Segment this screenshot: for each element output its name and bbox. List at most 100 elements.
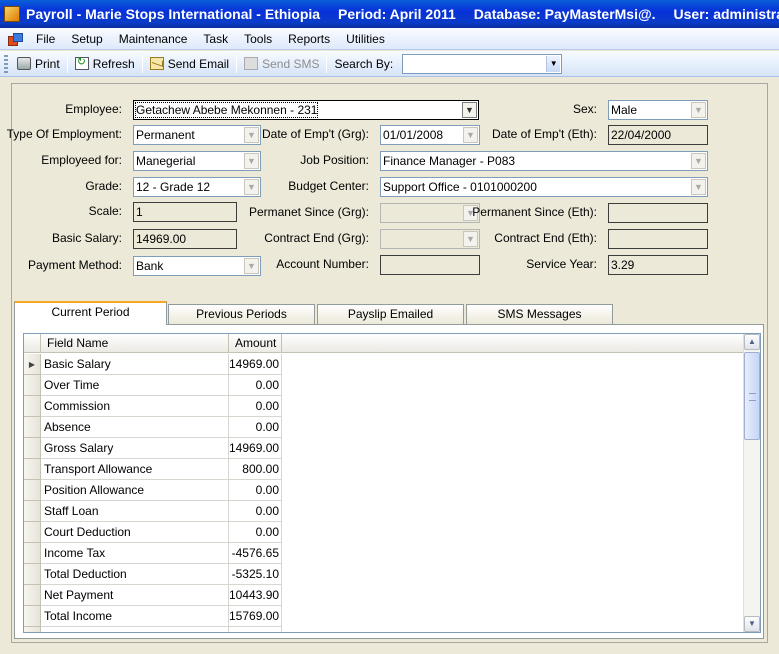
row-header[interactable]: [24, 417, 41, 438]
field-name-cell[interactable]: Total Income: [41, 606, 229, 627]
amount-cell[interactable]: 0.00: [229, 522, 282, 543]
table-row[interactable]: Absence 0.00: [24, 417, 282, 438]
chevron-down-icon[interactable]: ▼: [691, 153, 706, 169]
field-name-cell[interactable]: Commission: [41, 396, 229, 417]
menu-setup[interactable]: Setup: [63, 28, 110, 50]
row-header[interactable]: [24, 438, 41, 459]
tab-sms-messages[interactable]: SMS Messages: [466, 304, 613, 324]
menu-utilities[interactable]: Utilities: [338, 28, 393, 50]
amount-cell[interactable]: 14969.00: [229, 354, 282, 375]
payroll-grid[interactable]: Field Name Amount ▶ Basic Salary 14969.00 O…: [23, 333, 761, 633]
row-header[interactable]: [24, 543, 41, 564]
scroll-down-icon[interactable]: ▼: [744, 616, 760, 632]
contract-end-grg-picker[interactable]: ▼: [380, 229, 480, 249]
row-header[interactable]: [24, 396, 41, 417]
tab-current-period[interactable]: Current Period: [14, 301, 167, 325]
table-row[interactable]: Court Deduction 0.00: [24, 522, 282, 543]
tab-previous-periods[interactable]: Previous Periods: [168, 304, 315, 324]
row-header[interactable]: [24, 501, 41, 522]
row-header[interactable]: [24, 564, 41, 585]
table-row[interactable]: Income Tax -4576.65: [24, 543, 282, 564]
row-header[interactable]: [24, 585, 41, 606]
table-row[interactable]: Commission 0.00: [24, 396, 282, 417]
date-of-emp-eth-field[interactable]: 22/04/2000: [608, 125, 708, 145]
scrollbar-thumb[interactable]: [744, 352, 760, 440]
send-email-button[interactable]: Send Email: [145, 53, 234, 75]
employed-for-combo[interactable]: Manegerial ▼: [133, 151, 261, 171]
amount-cell[interactable]: 0.00: [229, 480, 282, 501]
field-name-cell[interactable]: Court Deduction: [41, 522, 229, 543]
toolbar-grip[interactable]: [4, 54, 8, 73]
table-row[interactable]: Total Deduction -5325.10: [24, 564, 282, 585]
field-name-cell[interactable]: Over Time: [41, 375, 229, 396]
field-name-cell[interactable]: Net Payment: [41, 585, 229, 606]
chevron-down-icon[interactable]: ▼: [244, 153, 259, 169]
column-header-amount[interactable]: Amount: [229, 334, 282, 353]
payment-method-combo[interactable]: Bank ▼: [133, 256, 261, 276]
refresh-button[interactable]: Refresh: [70, 53, 140, 75]
sex-combo[interactable]: Male ▼: [608, 100, 708, 120]
chevron-down-icon[interactable]: ▼: [462, 102, 477, 118]
table-row[interactable]: Net Payment 10443.90: [24, 585, 282, 606]
chevron-down-icon[interactable]: ▼: [244, 258, 259, 274]
scale-field[interactable]: 1: [133, 202, 237, 222]
permanent-since-grg-picker[interactable]: ▼: [380, 203, 480, 223]
tab-payslip-emailed[interactable]: Payslip Emailed: [317, 304, 464, 324]
amount-cell[interactable]: 0.00: [229, 417, 282, 438]
menu-tools[interactable]: Tools: [236, 28, 280, 50]
row-header[interactable]: [24, 375, 41, 396]
table-row[interactable]: Staff Loan 0.00: [24, 501, 282, 522]
chevron-down-icon[interactable]: ▼: [691, 102, 706, 118]
field-name-cell[interactable]: Staff Loan: [41, 501, 229, 522]
amount-cell[interactable]: -5325.10: [229, 564, 282, 585]
amount-cell[interactable]: 0.00: [229, 501, 282, 522]
chevron-down-icon[interactable]: ▼: [244, 127, 259, 143]
field-name-cell[interactable]: Gross Salary: [41, 438, 229, 459]
chevron-down-icon[interactable]: ▼: [463, 127, 478, 143]
amount-cell[interactable]: 14969.00: [229, 438, 282, 459]
chevron-down-icon[interactable]: ▼: [244, 179, 259, 195]
type-of-employment-combo[interactable]: Permanent ▼: [133, 125, 261, 145]
search-by-combo[interactable]: ▼: [402, 53, 563, 74]
field-name-cell[interactable]: Position Allowance: [41, 480, 229, 501]
job-position-combo[interactable]: Finance Manager - P083 ▼: [380, 151, 708, 171]
amount-cell[interactable]: 748.45: [229, 627, 282, 632]
row-header[interactable]: [24, 459, 41, 480]
service-year-field[interactable]: 3.29: [608, 255, 708, 275]
basic-salary-field[interactable]: 14969.00: [133, 229, 237, 249]
menu-file[interactable]: File: [28, 28, 63, 50]
date-of-emp-grg-picker[interactable]: 01/01/2008 ▼: [380, 125, 480, 145]
table-row[interactable]: Total Income 15769.00: [24, 606, 282, 627]
chevron-down-icon[interactable]: ▼: [463, 231, 478, 247]
chevron-down-icon[interactable]: ▼: [691, 179, 706, 195]
amount-cell[interactable]: 0.00: [229, 375, 282, 396]
menu-task[interactable]: Task: [195, 28, 236, 50]
budget-center-combo[interactable]: Support Office - 0101000200 ▼: [380, 177, 708, 197]
window-menu-icon[interactable]: [8, 32, 23, 46]
row-header[interactable]: [24, 627, 41, 632]
row-header[interactable]: [24, 522, 41, 543]
employee-combo[interactable]: Getachew Abebe Mekonnen - 231 ▼: [133, 100, 479, 120]
dropdown-arrow-icon[interactable]: ▼: [546, 55, 561, 72]
grade-combo[interactable]: 12 - Grade 12 ▼: [133, 177, 261, 197]
field-name-cell[interactable]: Basic Salary: [41, 354, 229, 375]
menu-reports[interactable]: Reports: [280, 28, 338, 50]
send-sms-button[interactable]: Send SMS: [239, 53, 324, 75]
amount-cell[interactable]: 0.00: [229, 396, 282, 417]
row-header[interactable]: [24, 480, 41, 501]
vertical-scrollbar[interactable]: ▲ ▼: [743, 334, 760, 632]
table-row[interactable]: Provident Fund Emp748.45: [24, 627, 282, 632]
current-row-indicator-icon[interactable]: ▶: [24, 354, 41, 375]
table-row[interactable]: Transport Allowance 800.00: [24, 459, 282, 480]
print-button[interactable]: Print: [12, 53, 65, 75]
table-row[interactable]: Gross Salary 14969.00: [24, 438, 282, 459]
table-row[interactable]: ▶ Basic Salary 14969.00: [24, 354, 282, 375]
scroll-up-icon[interactable]: ▲: [744, 334, 760, 350]
menu-maintenance[interactable]: Maintenance: [111, 28, 196, 50]
field-name-cell[interactable]: Provident Fund Emp: [41, 627, 229, 632]
field-name-cell[interactable]: Absence: [41, 417, 229, 438]
amount-cell[interactable]: 800.00: [229, 459, 282, 480]
row-header[interactable]: [24, 606, 41, 627]
amount-cell[interactable]: 15769.00: [229, 606, 282, 627]
field-name-cell[interactable]: Income Tax: [41, 543, 229, 564]
